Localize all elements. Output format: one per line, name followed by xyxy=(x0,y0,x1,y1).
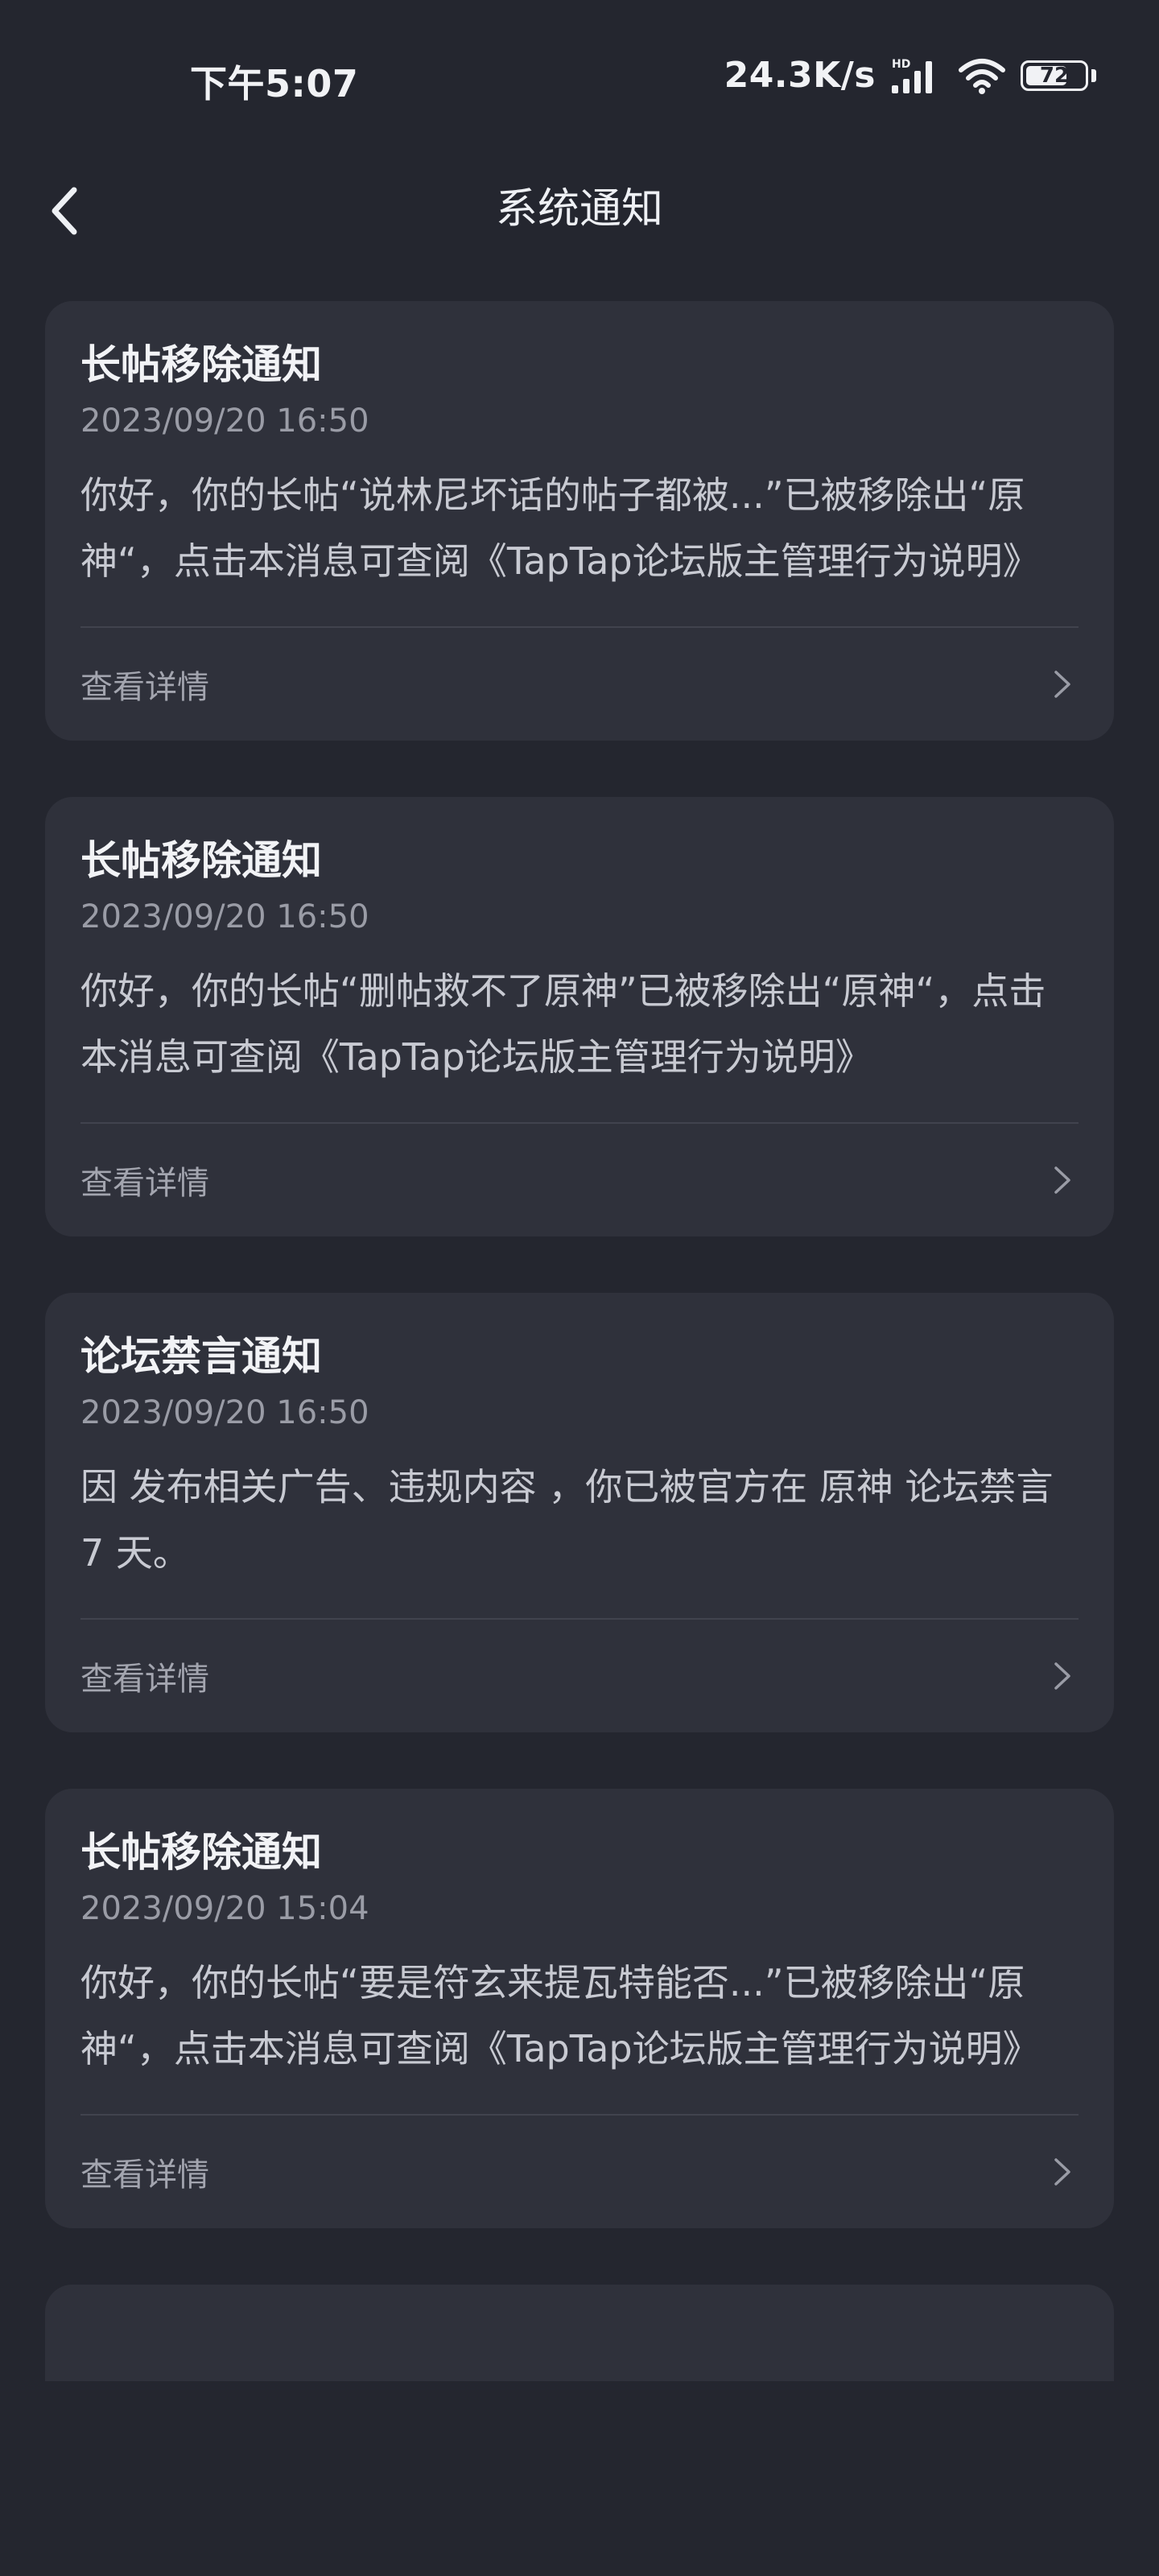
notification-card[interactable]: 长帖移除通知 2023/09/20 16:50 你好，你的长帖“说林尼坏话的帖子… xyxy=(45,301,1114,741)
chevron-right-icon xyxy=(1046,1660,1079,1692)
status-indicators: 24.3K/s HD 72 xyxy=(724,55,1096,96)
notification-title: 论坛禁言通知 xyxy=(80,1333,322,1380)
view-details-row[interactable]: 查看详情 xyxy=(80,2116,1079,2228)
notification-title: 长帖移除通知 xyxy=(80,837,322,884)
notification-card[interactable]: 论坛禁言通知 2023/09/20 16:50 因 发布相关广告、违规内容 ，你… xyxy=(45,1293,1114,1732)
nav-bar: 系统通知 xyxy=(0,153,1159,266)
battery-percent: 72 xyxy=(1039,63,1070,88)
status-bar: 下午5:07 24.3K/s HD 72 xyxy=(0,0,1159,153)
view-details-row[interactable]: 查看详情 xyxy=(80,1124,1079,1236)
view-details-label: 查看详情 xyxy=(80,669,209,706)
wifi-icon xyxy=(958,57,1006,94)
chevron-right-icon xyxy=(1046,2156,1079,2188)
notification-date: 2023/09/20 16:50 xyxy=(80,402,369,440)
battery-cap xyxy=(1091,68,1096,82)
view-details-row[interactable]: 查看详情 xyxy=(80,1620,1079,1732)
chevron-right-icon xyxy=(1046,668,1079,700)
signal-icon: HD xyxy=(890,56,943,95)
chevron-right-icon xyxy=(1046,1164,1079,1196)
view-details-label: 查看详情 xyxy=(80,1165,209,1202)
notification-list: 长帖移除通知 2023/09/20 16:50 你好，你的长帖“说林尼坏话的帖子… xyxy=(45,301,1114,2381)
view-details-label: 查看详情 xyxy=(80,1661,209,1698)
view-details-row[interactable]: 查看详情 xyxy=(80,628,1079,741)
view-details-label: 查看详情 xyxy=(80,2157,209,2194)
notification-card-partial[interactable] xyxy=(45,2285,1114,2381)
notification-body: 你好，你的长帖“说林尼坏话的帖子都被...”已被移除出“原神“，点击本消息可查阅… xyxy=(80,473,1040,583)
status-time: 下午5:07 xyxy=(190,62,359,105)
page-title: 系统通知 xyxy=(495,185,663,233)
notification-title: 长帖移除通知 xyxy=(80,341,322,388)
notification-title: 长帖移除通知 xyxy=(80,1829,322,1876)
notification-card[interactable]: 长帖移除通知 2023/09/20 16:50 你好，你的长帖“删帖救不了原神”… xyxy=(45,797,1114,1236)
battery-icon: 72 xyxy=(1021,60,1088,91)
notification-card[interactable]: 长帖移除通知 2023/09/20 15:04 你好，你的长帖“要是符玄来提瓦特… xyxy=(45,1789,1114,2228)
notification-date: 2023/09/20 16:50 xyxy=(80,898,369,935)
notification-date: 2023/09/20 15:04 xyxy=(80,1890,369,1927)
notification-date: 2023/09/20 16:50 xyxy=(80,1394,369,1431)
network-speed: 24.3K/s xyxy=(724,55,876,96)
notification-body: 你好，你的长帖“要是符玄来提瓦特能否...”已被移除出“原神“，点击本消息可查阅… xyxy=(80,1961,1040,2070)
notification-body: 因 发布相关广告、违规内容 ，你已被官方在 原神 论坛禁言 7 天。 xyxy=(80,1465,1054,1575)
notification-body: 你好，你的长帖“删帖救不了原神”已被移除出“原神“，点击本消息可查阅《TapTa… xyxy=(80,969,1046,1079)
signal-badge-text: HD xyxy=(892,58,910,71)
